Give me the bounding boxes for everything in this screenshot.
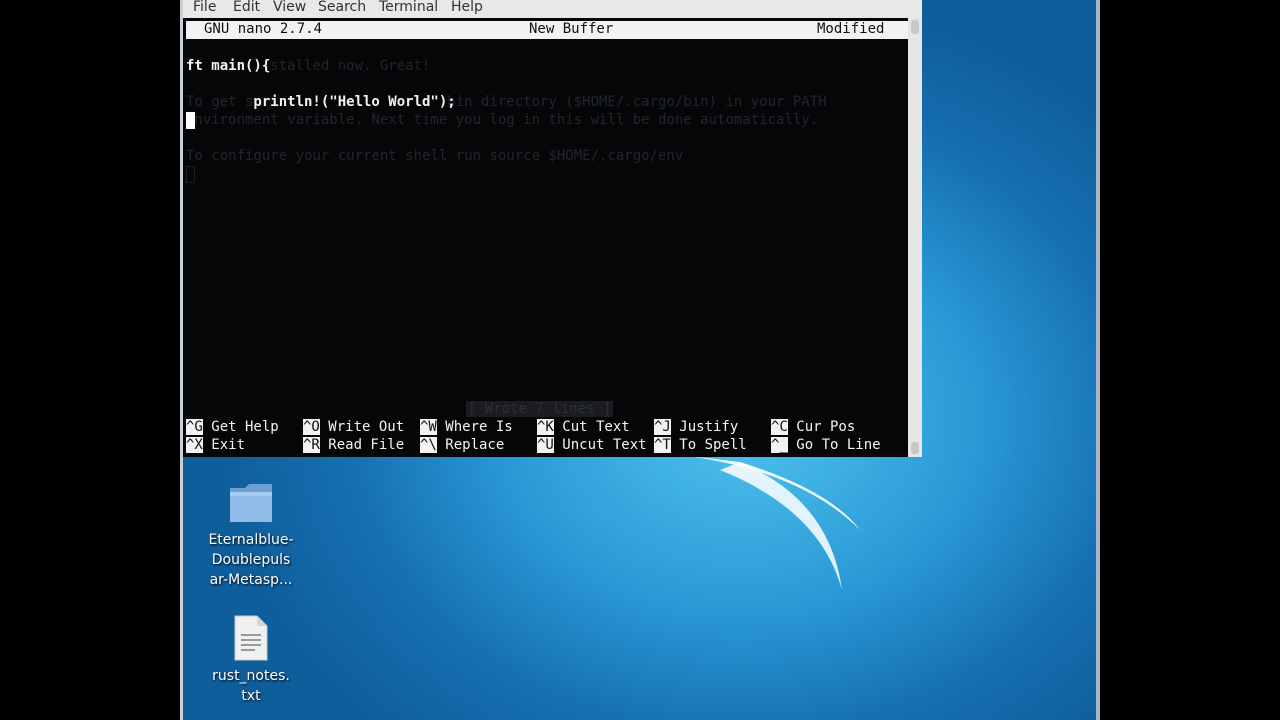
shortcut-key: ^J bbox=[654, 419, 671, 435]
screen-edge bbox=[1096, 0, 1100, 720]
text-cursor bbox=[186, 112, 195, 129]
folder-label-line: Doublepuls bbox=[211, 552, 291, 568]
shortcut-label: Cur Pos bbox=[787, 419, 856, 435]
shortcut-label: Write Out bbox=[319, 419, 405, 435]
modified-flag: Modified bbox=[817, 21, 885, 37]
shortcut-get-help[interactable]: ^G Get Help bbox=[186, 418, 279, 436]
shortcut-key: ^_ bbox=[771, 437, 788, 453]
scrollbar-thumb[interactable] bbox=[911, 20, 919, 34]
shortcut-label: Where Is bbox=[436, 419, 513, 435]
ghost-cursor bbox=[186, 166, 195, 183]
menu-view[interactable]: View bbox=[273, 0, 306, 15]
shortcut-read-file[interactable]: ^R Read File bbox=[303, 436, 404, 454]
menu-bar: File Edit View Search Terminal Help bbox=[183, 0, 922, 18]
vertical-scrollbar[interactable] bbox=[908, 18, 922, 457]
shortcut-cur-pos[interactable]: ^C Cur Pos bbox=[771, 418, 855, 436]
shortcut-key: ^R bbox=[303, 437, 320, 453]
shortcut-key: ^G bbox=[186, 419, 203, 435]
shortcut-label: Exit bbox=[202, 437, 246, 453]
text-file-icon bbox=[234, 615, 268, 661]
shortcut-key: ^K bbox=[537, 419, 554, 435]
text-file-label-line: txt bbox=[241, 688, 261, 704]
shortcut-label: Go To Line bbox=[787, 437, 881, 453]
shortcut-key: ^U bbox=[537, 437, 554, 453]
shortcut-label: Uncut Text bbox=[553, 437, 647, 453]
ghost-text-line: nvironment variable. Next time you log i… bbox=[186, 112, 819, 128]
shortcut-cut-text[interactable]: ^K Cut Text bbox=[537, 418, 630, 436]
menu-terminal[interactable]: Terminal bbox=[379, 0, 438, 15]
desktop-text-file-shortcut[interactable]: rust_notes. txt bbox=[201, 614, 301, 706]
menu-edit[interactable]: Edit bbox=[233, 0, 260, 15]
shortcut-key: ^C bbox=[771, 419, 788, 435]
shortcut-label: Cut Text bbox=[553, 419, 630, 435]
shortcut-write-out[interactable]: ^O Write Out bbox=[303, 418, 404, 436]
shortcut-key: ^\ bbox=[420, 437, 437, 453]
shortcut-label: Justify bbox=[670, 419, 739, 435]
status-message: [ Wrote 7 lines ] bbox=[466, 401, 614, 417]
buffer-name: New Buffer bbox=[529, 21, 614, 37]
shortcut-justify[interactable]: ^J Justify bbox=[654, 418, 738, 436]
shortcut-label: Replace bbox=[436, 437, 505, 453]
shortcut-label: To Spell bbox=[670, 437, 747, 453]
folder-icon bbox=[230, 484, 272, 522]
desktop-folder-shortcut[interactable]: Eternalblue- Doublepuls ar-Metasp... bbox=[201, 480, 301, 590]
shortcut-label: Get Help bbox=[202, 419, 279, 435]
shortcut-uncut-text[interactable]: ^U Uncut Text bbox=[537, 436, 647, 454]
folder-label-line: Eternalblue- bbox=[208, 532, 294, 548]
shortcut-key: ^X bbox=[186, 437, 203, 453]
menu-file[interactable]: File bbox=[193, 0, 216, 15]
scrollbar-thumb-bottom[interactable] bbox=[911, 442, 919, 454]
nano-version: GNU nano 2.7.4 bbox=[204, 21, 323, 37]
shortcut-to-spell[interactable]: ^T To Spell bbox=[654, 436, 747, 454]
shortcut-where-is[interactable]: ^W Where Is bbox=[420, 418, 513, 436]
shortcut-key: ^W bbox=[420, 419, 437, 435]
shortcut-key: ^O bbox=[303, 419, 320, 435]
terminal-window[interactable]: File Edit View Search Terminal Help GNU … bbox=[183, 0, 922, 457]
shortcut-replace[interactable]: ^\ Replace bbox=[420, 436, 504, 454]
shortcut-key: ^T bbox=[654, 437, 671, 453]
menu-search[interactable]: Search bbox=[318, 0, 366, 15]
text-file-label: rust_notes. txt bbox=[201, 666, 301, 706]
text-file-label-line: rust_notes. bbox=[212, 668, 290, 684]
menu-help[interactable]: Help bbox=[451, 0, 483, 15]
folder-label-line: ar-Metasp... bbox=[209, 572, 293, 588]
shortcut-exit[interactable]: ^X Exit bbox=[186, 436, 245, 454]
code-line[interactable]: ft main(){ bbox=[186, 58, 270, 74]
ghost-text-line: To configure your current shell run sour… bbox=[186, 148, 684, 164]
shortcut-label: Read File bbox=[319, 437, 405, 453]
shortcut-go-to-line[interactable]: ^_ Go To Line bbox=[771, 436, 881, 454]
nano-title-bar: GNU nano 2.7.4 New Buffer Modified bbox=[186, 21, 908, 39]
folder-label: Eternalblue- Doublepuls ar-Metasp... bbox=[201, 530, 301, 590]
code-line[interactable]: println!("Hello World"); bbox=[186, 94, 455, 110]
